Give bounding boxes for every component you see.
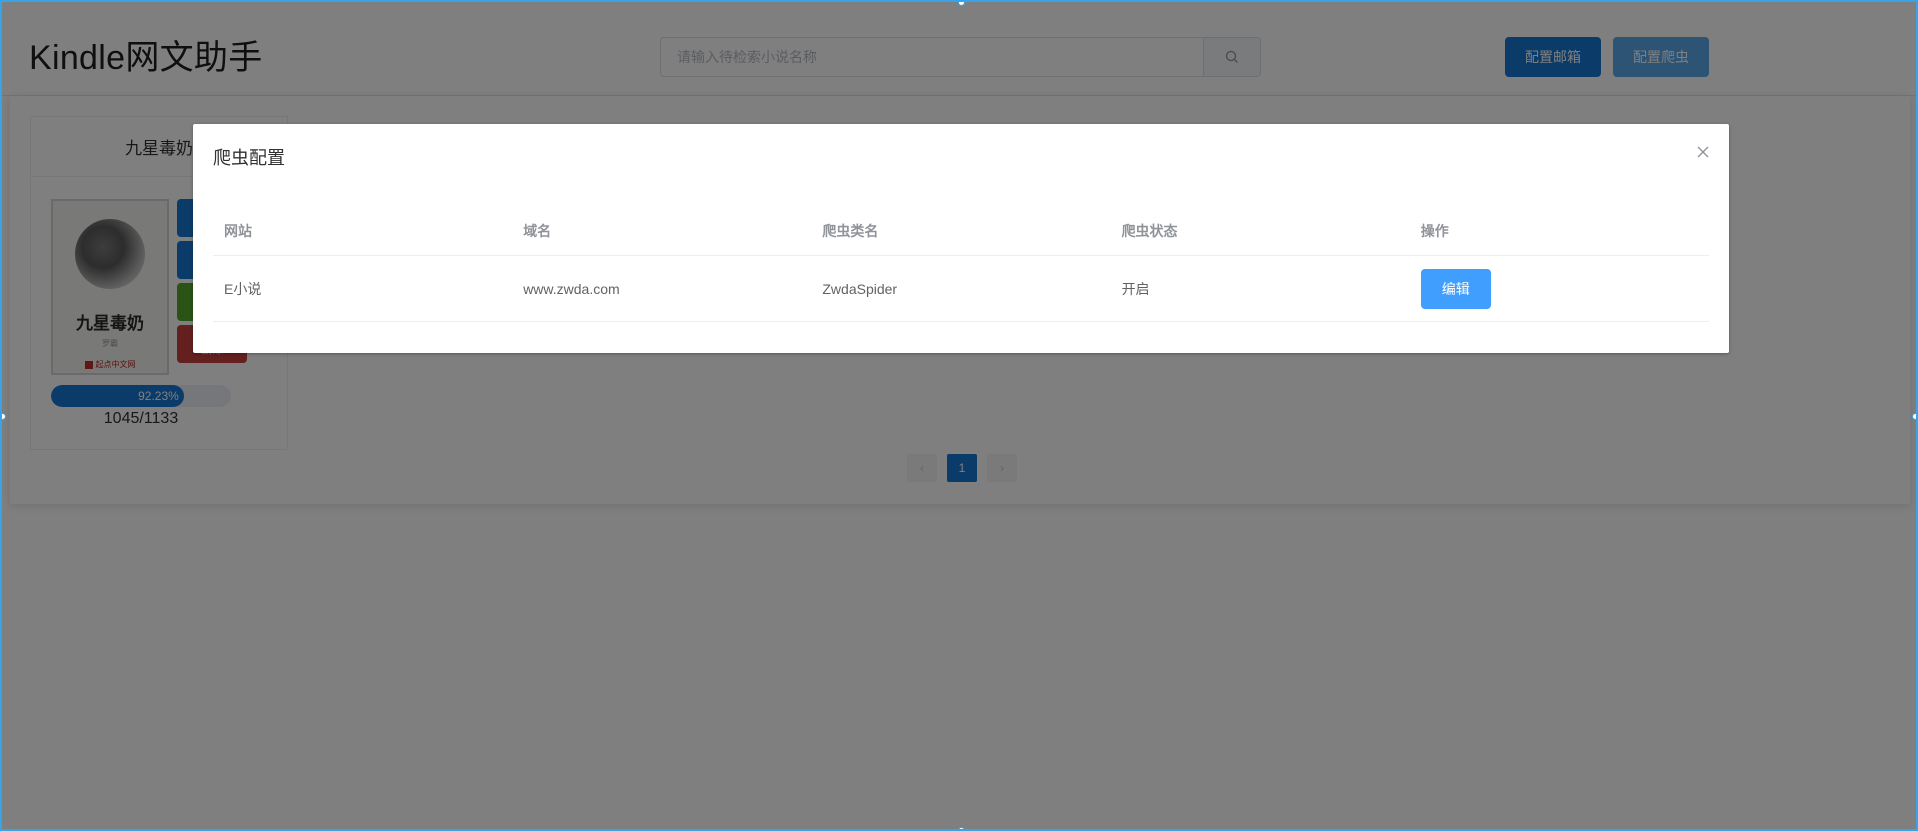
cell-domain: www.zwda.com [523, 280, 620, 297]
cell-status: 开启 [1121, 280, 1150, 297]
resize-handle-right[interactable] [1912, 413, 1916, 420]
table-row: E小说 www.zwda.com ZwdaSpider 开启 编辑 [213, 256, 1709, 322]
edit-button[interactable]: 编辑 [1420, 268, 1491, 309]
dialog-title: 爬虫配置 [213, 148, 285, 168]
column-header-status: 爬虫状态 [1121, 222, 1178, 239]
cell-spider-class: ZwdaSpider [822, 280, 898, 297]
spider-table: 网站 域名 爬虫类名 爬虫状态 操作 E小说 www.zwda.com Zwda… [213, 206, 1709, 322]
cell-site: E小说 [224, 280, 262, 297]
resize-handle-bottom[interactable] [958, 827, 965, 829]
close-icon [1697, 146, 1709, 158]
cell-action: 编辑 [1410, 268, 1709, 309]
column-header-domain: 域名 [523, 222, 552, 239]
spider-config-dialog: 爬虫配置 网站 域名 爬虫类名 爬虫状态 操作 E小说 www.zwda.com… [193, 124, 1729, 353]
table-header: 网站 域名 爬虫类名 爬虫状态 操作 [213, 206, 1709, 256]
column-header-spider-class: 爬虫类名 [822, 222, 879, 239]
column-header-action: 操作 [1420, 222, 1449, 239]
column-header-site: 网站 [224, 222, 252, 239]
app-window: Kindle网文助手 配置邮箱 配置爬虫 九星毒奶 九星毒奶 罗霸 起点中文网 [0, 0, 1918, 831]
close-button[interactable] [1695, 144, 1711, 160]
